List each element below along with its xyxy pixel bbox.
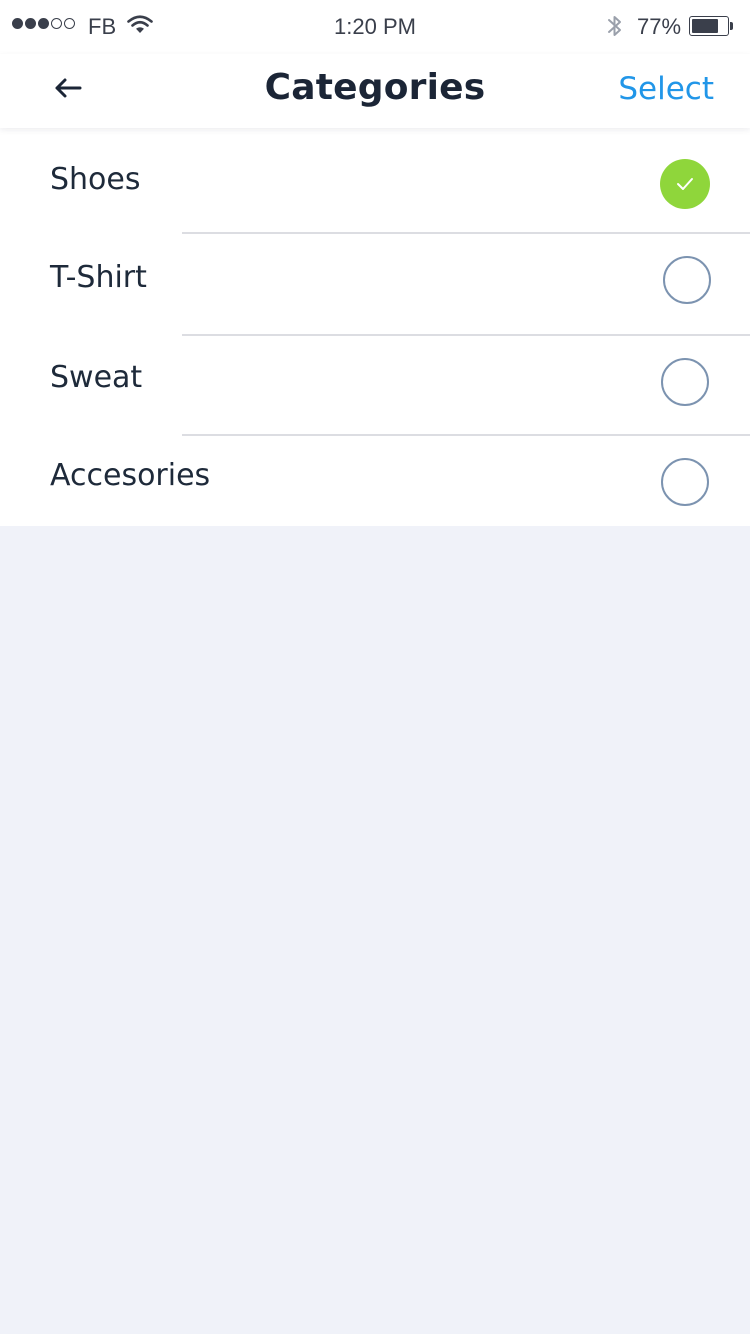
navigation-bar: Categories Select: [0, 54, 750, 128]
category-item-shoes[interactable]: Shoes: [0, 128, 750, 232]
category-label: Sweat: [50, 360, 143, 395]
unchecked-radio-icon[interactable]: [663, 256, 711, 304]
unchecked-radio-icon[interactable]: [661, 358, 709, 406]
status-bar: FB 1:20 PM 77%: [0, 0, 750, 54]
checked-radio-icon[interactable]: [660, 159, 710, 209]
category-item-tshirt[interactable]: T-Shirt: [0, 234, 750, 334]
category-label: T-Shirt: [50, 260, 147, 295]
battery-body: [689, 16, 729, 36]
checkmark-icon: [677, 178, 693, 190]
select-button[interactable]: Select: [618, 71, 714, 107]
unchecked-radio-icon[interactable]: [661, 458, 709, 506]
bluetooth-icon: [606, 13, 624, 45]
category-label: Accesories: [50, 458, 211, 493]
category-item-accesories[interactable]: Accesories: [0, 436, 750, 526]
category-label: Shoes: [50, 162, 141, 197]
battery-icon: [689, 16, 733, 36]
category-list: Shoes T-Shirt Sweat Accesories: [0, 128, 750, 526]
empty-content-area: [0, 526, 750, 1334]
category-item-sweat[interactable]: Sweat: [0, 336, 750, 434]
battery-tip: [730, 22, 733, 30]
battery-level-fill: [692, 19, 719, 33]
battery-percentage: 77%: [637, 14, 682, 39]
